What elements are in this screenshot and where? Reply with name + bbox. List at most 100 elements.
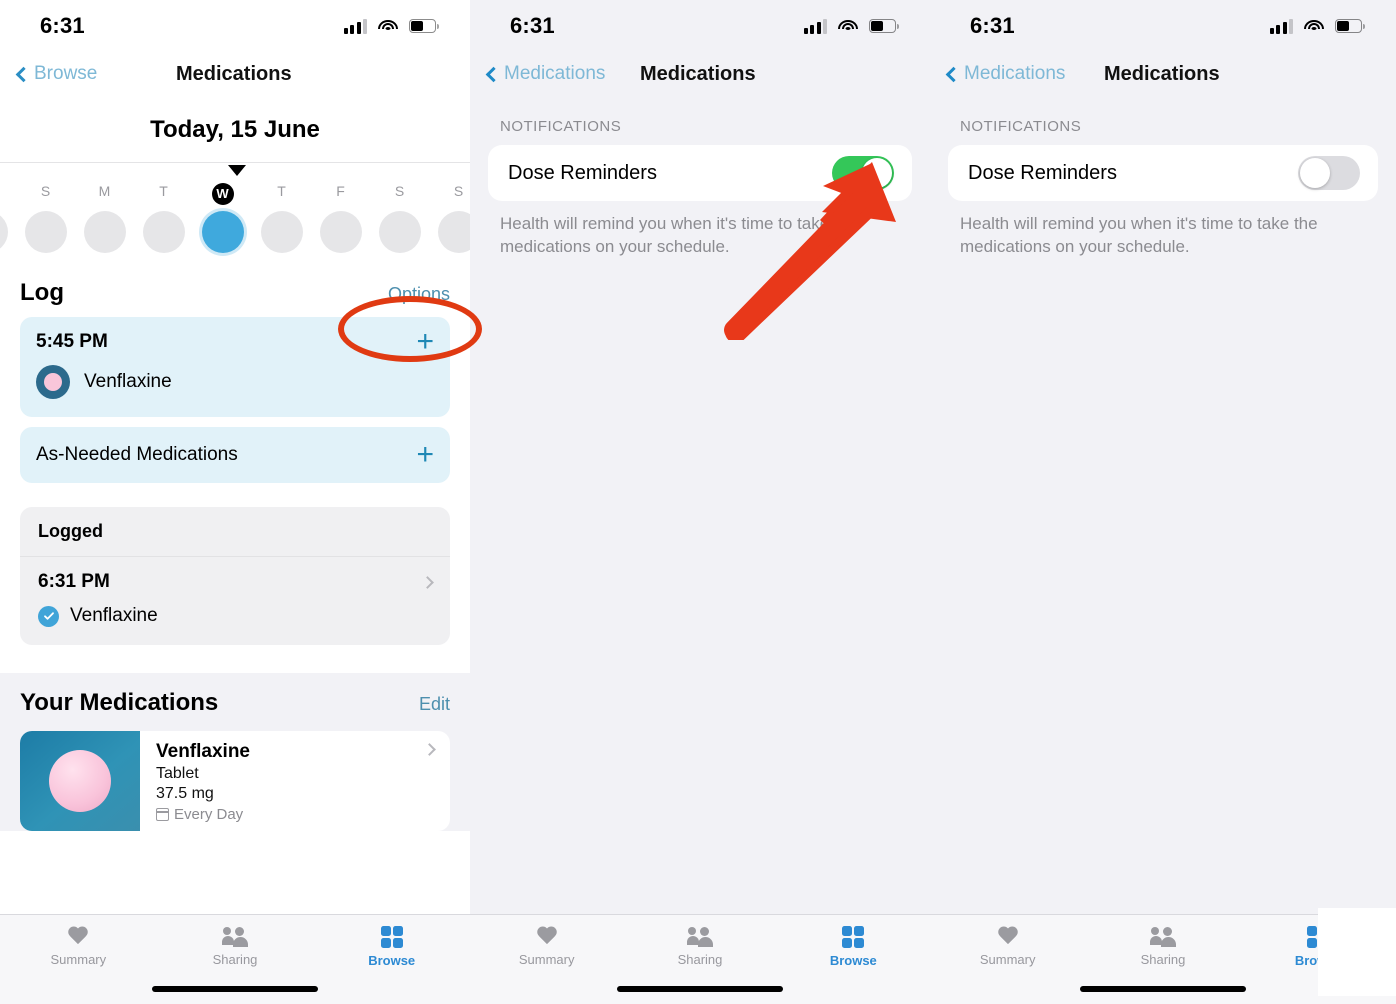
logged-entry-header: 6:31 PM xyxy=(38,571,434,593)
day-dot xyxy=(24,211,67,253)
logged-header: Logged xyxy=(20,507,450,557)
your-medications-title: Your Medications xyxy=(20,689,219,716)
day-dot-selected xyxy=(201,211,244,253)
day-dot xyxy=(437,211,470,253)
wifi-icon xyxy=(1304,19,1324,34)
logged-card: Logged 6:31 PM Venflaxine xyxy=(20,507,450,645)
heart-icon xyxy=(536,927,558,947)
day-dot xyxy=(0,211,8,253)
medication-name: Venflaxine xyxy=(156,741,250,762)
day-dot-cell[interactable] xyxy=(252,211,311,253)
back-button-medications[interactable]: Medications xyxy=(485,63,606,85)
calendar-icon xyxy=(156,808,169,821)
tab-label: Summary xyxy=(518,952,575,967)
day-letter: M xyxy=(98,183,111,199)
crop-artifact-white-block xyxy=(1318,908,1396,996)
tab-label: Sharing xyxy=(1140,952,1186,967)
back-button-label: Medications xyxy=(964,63,1066,84)
medication-frequency-row: Every Day xyxy=(156,806,434,823)
dose-reminders-row[interactable]: Dose Reminders xyxy=(488,145,912,201)
home-indicator xyxy=(617,986,783,992)
day-dot-cell[interactable] xyxy=(370,211,429,253)
medication-list-item[interactable]: Venflaxine Tablet 37.5 mg Every Day xyxy=(20,731,450,831)
day-dot-cell[interactable] xyxy=(134,211,193,253)
nav-bar: Medications Medications xyxy=(470,52,930,96)
as-needed-medications-card[interactable]: As-Needed Medications + xyxy=(20,427,450,483)
edit-button[interactable]: Edit xyxy=(419,694,450,715)
tab-label: Summary xyxy=(50,952,107,967)
dose-reminders-toggle[interactable] xyxy=(1298,156,1360,190)
screenshot-stage: 6:31 Browse Medications Today, 15 June S… xyxy=(0,0,1396,1004)
day-dot-cell[interactable] xyxy=(0,211,16,253)
day-dot-cell-selected[interactable] xyxy=(193,211,252,253)
day-dot-cell[interactable] xyxy=(75,211,134,253)
day-letter: S xyxy=(453,183,464,199)
back-button-label: Medications xyxy=(504,63,606,84)
wifi-icon xyxy=(838,19,858,34)
calendar-day-strip[interactable]: S S M T W T F S S xyxy=(0,163,470,261)
tab-bar: Summary Sharing Browse xyxy=(0,914,470,1004)
tab-label: Sharing xyxy=(677,952,723,967)
people-icon xyxy=(222,927,248,947)
status-time: 6:31 xyxy=(40,13,85,38)
dose-reminders-label: Dose Reminders xyxy=(968,161,1117,184)
day-dot-cell[interactable] xyxy=(311,211,370,253)
status-bar: 6:31 xyxy=(0,0,470,52)
battery-icon xyxy=(1335,19,1365,33)
day-letter: S xyxy=(40,183,51,199)
chevron-right-icon xyxy=(421,575,434,589)
medication-dose: 37.5 mg xyxy=(156,785,214,802)
tab-browse[interactable]: Browse xyxy=(313,915,470,979)
home-indicator xyxy=(1080,986,1246,992)
tab-browse[interactable]: Browse xyxy=(777,915,930,979)
calendar-day-letters: S S M T W T F S S xyxy=(0,183,470,205)
date-header[interactable]: Today, 15 June xyxy=(0,96,470,162)
cellular-bars-icon xyxy=(1269,18,1293,34)
nav-bar: Medications Medications xyxy=(930,52,1396,96)
tab-summary[interactable]: Summary xyxy=(0,915,157,979)
day-dot-cell[interactable] xyxy=(429,211,470,253)
scheduled-dose-card[interactable]: 5:45 PM + Venflaxine xyxy=(20,317,450,417)
day-letter: T xyxy=(159,183,168,199)
today-badge: W xyxy=(211,183,234,205)
back-button-medications[interactable]: Medications xyxy=(945,63,1066,85)
status-time: 6:31 xyxy=(970,13,1015,38)
add-as-needed-button[interactable]: + xyxy=(416,440,434,470)
chevron-left-icon xyxy=(945,66,962,82)
logged-medication-name: Venflaxine xyxy=(70,605,158,626)
people-icon xyxy=(686,927,713,947)
tab-sharing[interactable]: Sharing xyxy=(157,915,314,979)
tab-sharing[interactable]: Sharing xyxy=(623,915,776,979)
logged-entry[interactable]: 6:31 PM Venflaxine xyxy=(20,557,450,645)
dose-reminders-note: Health will remind you when it's time to… xyxy=(960,214,1318,256)
day-letter: F xyxy=(336,183,345,199)
log-title: Log xyxy=(20,279,64,306)
toggle-knob xyxy=(862,158,892,188)
home-indicator xyxy=(152,986,318,992)
calendar-day-dots xyxy=(0,211,470,253)
day-dot-cell[interactable] xyxy=(16,211,75,253)
tab-summary[interactable]: Summary xyxy=(470,915,623,979)
heart-icon xyxy=(67,927,89,947)
day-dot xyxy=(319,211,362,253)
tab-sharing[interactable]: Sharing xyxy=(1085,915,1240,979)
dose-reminders-row[interactable]: Dose Reminders xyxy=(948,145,1378,201)
tab-label: Browse xyxy=(829,953,877,968)
dose-reminders-toggle[interactable] xyxy=(832,156,894,190)
chevron-left-icon xyxy=(15,66,32,82)
options-button[interactable]: Options xyxy=(388,284,450,305)
back-button-browse[interactable]: Browse xyxy=(15,63,97,85)
heart-icon xyxy=(997,927,1019,947)
phone-panel-medications-log: 6:31 Browse Medications Today, 15 June S… xyxy=(0,0,470,1004)
your-medications-section: Your Medications Edit Venflaxine Tablet … xyxy=(0,673,470,831)
battery-icon xyxy=(409,19,439,33)
tab-label: Sharing xyxy=(212,952,258,967)
tab-summary[interactable]: Summary xyxy=(930,915,1085,979)
log-section-header: Log Options xyxy=(0,261,470,317)
tab-label: Summary xyxy=(979,952,1036,967)
tab-bar: Summary Sharing Browse xyxy=(470,914,930,1004)
cellular-bars-icon xyxy=(803,18,827,34)
pill-icon xyxy=(36,365,70,399)
add-dose-button[interactable]: + xyxy=(416,327,434,357)
status-indicators xyxy=(803,18,899,34)
